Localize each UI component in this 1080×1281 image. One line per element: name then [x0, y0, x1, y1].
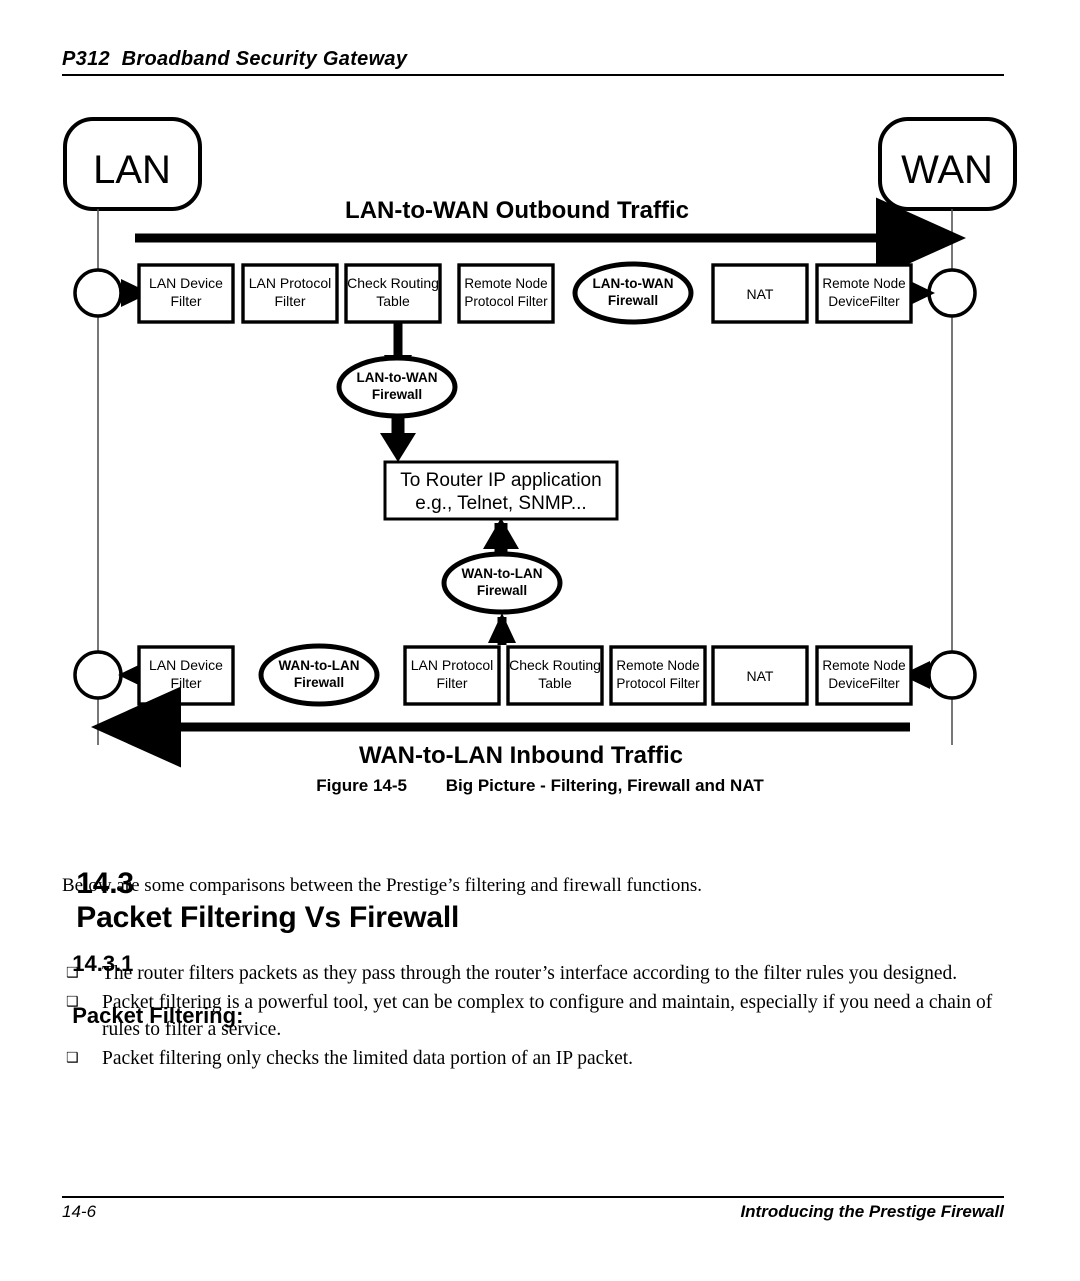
node-label-line1: LAN Protocol — [411, 657, 493, 673]
figure-caption-number: Figure 14-5 — [316, 776, 407, 795]
footer-page-number: 14-6 — [62, 1202, 97, 1221]
node-label-line1: WAN-to-LAN — [279, 658, 360, 673]
node-label-line1: NAT — [747, 286, 774, 302]
lan-top-junction-node — [73, 268, 123, 318]
node-label-line1: LAN-to-WAN — [357, 370, 438, 385]
figure-big-picture-filtering-firewall-nat: LAN WAN LAN-to-WAN Outbound Traffic LAN … — [0, 105, 1080, 785]
bullet-square-icon: ❑ — [66, 965, 79, 981]
node-label-line2: DeviceFilter — [828, 676, 900, 691]
lower-firewall-to-router-box-arrowhead — [483, 518, 519, 549]
page-header: P312 Broadband Security Gateway — [62, 48, 1004, 76]
node-label-line1: To Router IP application — [400, 470, 601, 491]
wan-endpoint-label: WAN — [901, 148, 993, 192]
list-item: ❑ The router filters packets as they pas… — [62, 960, 1007, 987]
bottom-row-node-nat: NAT — [711, 645, 809, 706]
bottom-row-node-check-routing-table: Check Routing Table — [506, 645, 604, 706]
node-label-line2: Filter — [436, 675, 467, 691]
middle-node-router-ip-application: To Router IP application e.g., Telnet, S… — [383, 460, 619, 521]
node-label-line1: LAN Protocol — [249, 275, 331, 291]
top-row-node-lan-to-wan-firewall: LAN-to-WAN Firewall — [572, 261, 694, 325]
node-label-line2: Filter — [274, 293, 305, 309]
node-label-line1: Remote Node — [616, 658, 699, 673]
list-item-text: The router filters packets as they pass … — [102, 963, 958, 984]
list-item-text: Packet filtering only checks the limited… — [102, 1048, 634, 1069]
middle-node-lan-to-wan-firewall: LAN-to-WAN Firewall — [336, 355, 458, 419]
wan-bottom-junction-node — [927, 650, 977, 700]
middle-node-wan-to-lan-firewall: WAN-to-LAN Firewall — [441, 551, 563, 615]
lan-endpoint-label: LAN — [93, 148, 171, 192]
top-row-node-lan-protocol-filter: LAN Protocol Filter — [241, 263, 339, 324]
node-label-line2: Firewall — [477, 583, 527, 598]
node-label-line1: WAN-to-LAN — [462, 566, 543, 581]
bottom-row-node-remote-node-device-filter: Remote Node DeviceFilter — [815, 645, 913, 706]
node-label-line1: Remote Node — [822, 658, 905, 673]
node-label-line1: LAN-to-WAN — [593, 276, 674, 291]
page-footer: 14-6 Introducing the Prestige Firewall — [62, 1196, 1004, 1222]
node-label-line2: Firewall — [294, 675, 344, 690]
node-label-line1: LAN Device — [149, 275, 223, 291]
running-header-title: P312 Broadband Security Gateway — [62, 48, 408, 70]
node-label-line2: Table — [538, 675, 572, 691]
list-item-text: Packet filtering is a powerful tool, yet… — [102, 992, 993, 1040]
upper-firewall-to-router-box-arrowhead — [380, 433, 416, 462]
node-label-line1: NAT — [747, 668, 774, 684]
node-label-line2: Firewall — [608, 293, 658, 308]
node-label-line2: e.g., Telnet, SNMP... — [415, 493, 586, 514]
node-label-line1: Remote Node — [822, 276, 905, 291]
section-intro-paragraph: Below are some comparisons between the P… — [62, 875, 703, 896]
bottom-check-routing-to-lower-firewall-arrowhead — [488, 613, 516, 643]
node-label-line2: Firewall — [372, 387, 422, 402]
bullet-square-icon: ❑ — [66, 1050, 79, 1066]
node-label-line1: Remote Node — [464, 276, 547, 291]
figure-caption: Figure 14-5 Big Picture - Filtering, Fir… — [0, 776, 1080, 796]
node-label-line1: Check Routing — [509, 657, 601, 673]
bottom-row-node-remote-node-protocol-filter: Remote Node Protocol Filter — [609, 645, 707, 706]
bullet-square-icon: ❑ — [66, 994, 79, 1010]
node-label-line2: DeviceFilter — [828, 294, 900, 309]
wan-top-junction-node — [927, 268, 977, 318]
footer-rule — [62, 1196, 1004, 1198]
node-label-line2: Table — [376, 293, 410, 309]
node-label-line2: Protocol Filter — [616, 676, 700, 691]
inbound-traffic-label: WAN-to-LAN Inbound Traffic — [359, 742, 683, 769]
bottom-row-node-wan-to-lan-firewall: WAN-to-LAN Firewall — [258, 643, 380, 707]
list-item: ❑ Packet filtering only checks the limit… — [62, 1045, 1007, 1072]
node-label-line2: Filter — [170, 675, 201, 691]
lan-bottom-junction-node — [73, 650, 123, 700]
header-rule — [62, 74, 1004, 76]
top-row-node-remote-node-protocol-filter: Remote Node Protocol Filter — [457, 263, 555, 324]
list-item: ❑ Packet filtering is a powerful tool, y… — [62, 989, 1007, 1043]
figure-caption-text: Big Picture - Filtering, Firewall and NA… — [445, 776, 764, 795]
top-row-node-lan-device-filter: LAN Device Filter — [137, 263, 235, 324]
node-label-line2: Filter — [170, 293, 201, 309]
node-label-line2: Protocol Filter — [464, 294, 548, 309]
bottom-row-node-lan-device-filter: LAN Device Filter — [137, 645, 235, 706]
node-label-line1: Check Routing — [347, 275, 439, 291]
outbound-traffic-label: LAN-to-WAN Outbound Traffic — [345, 197, 689, 224]
top-row-node-check-routing-table: Check Routing Table — [344, 263, 442, 324]
footer-running-title: Introducing the Prestige Firewall — [740, 1202, 1004, 1221]
node-label-line1: LAN Device — [149, 657, 223, 673]
bottom-row-node-lan-protocol-filter: LAN Protocol Filter — [403, 645, 501, 706]
top-row-node-remote-node-device-filter: Remote Node DeviceFilter — [815, 263, 913, 324]
packet-filtering-bullet-list: ❑ The router filters packets as they pas… — [62, 960, 1007, 1074]
top-row-node-nat: NAT — [711, 263, 809, 324]
